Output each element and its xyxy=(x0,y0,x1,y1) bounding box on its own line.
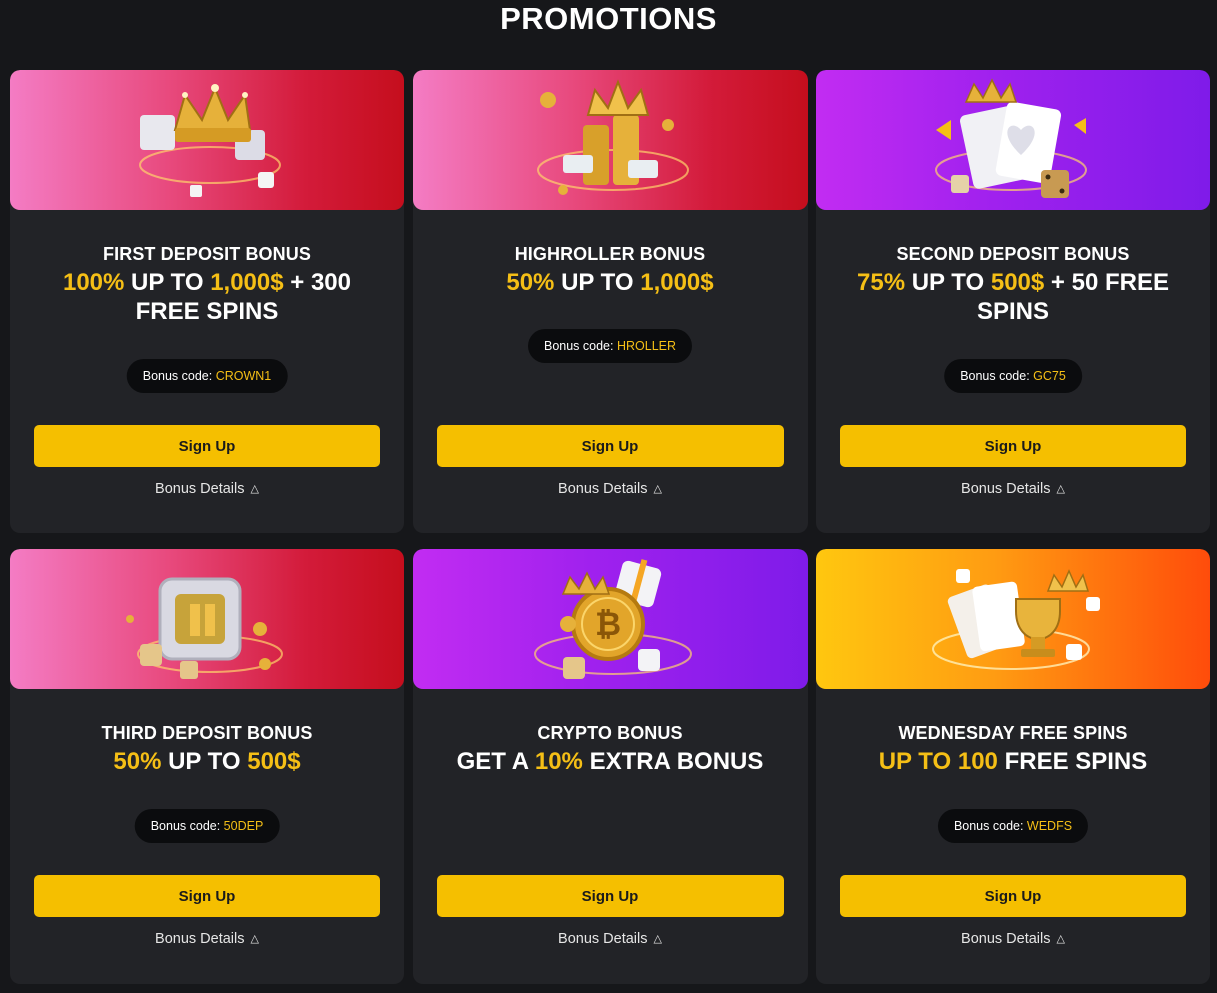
sign-up-button[interactable]: Sign Up xyxy=(436,425,784,467)
bitcoin-coin-icon: ₿ xyxy=(533,559,692,679)
promo-card-wednesday-spins: WEDNESDAY FREE SPINS UP TO 100 FREE SPIN… xyxy=(816,549,1210,984)
promo-card-crypto: ₿ CRYPTO BONUS GET A 10% EXTRA BONUS Sig… xyxy=(412,549,808,984)
headline-text: UP TO xyxy=(554,269,641,296)
promo-title: CRYPTO BONUS xyxy=(537,723,683,743)
promo-headline: UP TO 100 FREE SPINS xyxy=(823,747,1203,776)
treasure-safe-icon xyxy=(126,577,283,679)
headline-amount: UP TO 100 xyxy=(878,748,998,775)
promo-title: FIRST DEPOSIT BONUS xyxy=(103,244,311,264)
bonus-details-toggle[interactable]: Bonus Details △ xyxy=(10,481,404,497)
headline-amount: 1,000$ xyxy=(210,269,284,296)
headline-percent: 75% xyxy=(857,269,906,296)
promo-banner xyxy=(816,70,1210,210)
bonus-code-value: CROWN1 xyxy=(215,369,272,383)
chevron-up-icon: △ xyxy=(653,933,662,945)
sign-up-button[interactable]: Sign Up xyxy=(840,875,1186,917)
bonus-details-label: Bonus Details xyxy=(961,481,1051,497)
sign-up-button[interactable]: Sign Up xyxy=(436,875,784,917)
chevron-up-icon: △ xyxy=(1056,483,1065,495)
chevron-up-icon: △ xyxy=(250,933,259,945)
bonus-code-value: GC75 xyxy=(1033,369,1066,383)
page-title: PROMOTIONS xyxy=(500,1,717,36)
headline-percent: 100% xyxy=(62,269,125,296)
promotions-page: PROMOTIONS FIRST DEPOSIT BONUS 100% UP T… xyxy=(0,0,1217,993)
bonus-code-label: Bonus code: xyxy=(960,369,1034,383)
promo-banner: ₿ xyxy=(412,549,808,689)
bonus-code-badge[interactable]: Bonus code: GC75 xyxy=(944,359,1082,393)
bonus-code-badge[interactable]: Bonus code: 50DEP xyxy=(134,809,280,843)
headline-text: GET A xyxy=(456,748,535,775)
promo-title: THIRD DEPOSIT BONUS xyxy=(101,723,313,743)
bonus-code-label: Bonus code: xyxy=(543,339,617,353)
promo-headline: 75% UP TO 500$ + 50 FREE SPINS xyxy=(843,268,1183,326)
svg-text:₿: ₿ xyxy=(594,606,620,642)
bonus-details-label: Bonus Details xyxy=(558,931,648,947)
headline-text: UP TO xyxy=(905,269,991,296)
chevron-up-icon: △ xyxy=(250,483,259,495)
bonus-details-toggle[interactable]: Bonus Details △ xyxy=(816,481,1210,497)
chevron-up-icon: △ xyxy=(653,483,662,495)
bonus-details-label: Bonus Details xyxy=(558,481,648,497)
bonus-details-toggle[interactable]: Bonus Details △ xyxy=(413,931,808,947)
headline-percent: 10% xyxy=(534,748,583,775)
promo-title: SECOND DEPOSIT BONUS xyxy=(896,244,1130,264)
sign-up-button[interactable]: Sign Up xyxy=(34,425,380,467)
headline-amount: 1,000$ xyxy=(640,269,714,296)
promo-headline: GET A 10% EXTRA BONUS xyxy=(420,747,800,776)
promo-banner xyxy=(10,70,404,210)
headline-extra: EXTRA BONUS xyxy=(582,748,764,775)
bonus-details-toggle[interactable]: Bonus Details △ xyxy=(10,931,404,947)
promo-headline: 100% UP TO 1,000$ + 300 FREE SPINS xyxy=(37,268,377,326)
playing-cards-dice-icon xyxy=(935,78,1087,198)
bonus-code-label: Bonus code: xyxy=(150,819,224,833)
headline-text: UP TO xyxy=(124,269,211,296)
promo-banner xyxy=(412,70,808,210)
bonus-code-label: Bonus code: xyxy=(142,369,216,383)
promo-title: WEDNESDAY FREE SPINS xyxy=(898,723,1128,743)
headline-amount: 500$ xyxy=(247,748,301,775)
bonus-details-toggle[interactable]: Bonus Details △ xyxy=(413,481,808,497)
bonus-details-label: Bonus Details xyxy=(155,931,245,947)
headline-amount: 500$ xyxy=(990,269,1045,296)
promo-card-third-deposit: THIRD DEPOSIT BONUS 50% UP TO 500$ Bonus… xyxy=(10,549,404,984)
promo-headline: 50% UP TO 500$ xyxy=(37,747,377,776)
promo-card-second-deposit: SECOND DEPOSIT BONUS 75% UP TO 500$ + 50… xyxy=(816,70,1210,533)
promo-title: HIGHROLLER BONUS xyxy=(514,244,706,264)
headline-percent: 50% xyxy=(506,269,555,296)
headline-text: FREE SPINS xyxy=(997,748,1148,775)
coin-stack-crown-icon xyxy=(536,79,689,195)
trophy-cards-icon xyxy=(932,569,1100,670)
bonus-details-label: Bonus Details xyxy=(155,481,245,497)
promo-banner xyxy=(816,549,1210,689)
bonus-code-label: Bonus code: xyxy=(953,819,1027,833)
promo-card-first-deposit: FIRST DEPOSIT BONUS 100% UP TO 1,000$ + … xyxy=(10,70,404,533)
promo-headline: 50% UP TO 1,000$ xyxy=(440,268,780,297)
headline-text: UP TO xyxy=(161,748,248,775)
sign-up-button[interactable]: Sign Up xyxy=(840,425,1186,467)
bonus-code-badge[interactable]: Bonus code: WEDFS xyxy=(937,809,1089,843)
bonus-details-toggle[interactable]: Bonus Details △ xyxy=(816,931,1210,947)
bonus-code-value: HROLLER xyxy=(616,339,677,353)
chevron-up-icon: △ xyxy=(1056,933,1065,945)
promo-banner xyxy=(10,549,404,689)
promotions-grid: FIRST DEPOSIT BONUS 100% UP TO 1,000$ + … xyxy=(10,70,1210,984)
bonus-code-value: 50DEP xyxy=(223,819,264,833)
bonus-details-label: Bonus Details xyxy=(961,931,1051,947)
headline-percent: 50% xyxy=(113,748,162,775)
sign-up-button[interactable]: Sign Up xyxy=(34,875,380,917)
bonus-code-badge[interactable]: Bonus code: HROLLER xyxy=(527,329,693,363)
bonus-code-value: WEDFS xyxy=(1026,819,1073,833)
promo-card-highroller: HIGHROLLER BONUS 50% UP TO 1,000$ Bonus … xyxy=(412,70,808,533)
bonus-code-badge[interactable]: Bonus code: CROWN1 xyxy=(126,359,288,393)
golden-crown-gifts-icon xyxy=(139,84,281,197)
